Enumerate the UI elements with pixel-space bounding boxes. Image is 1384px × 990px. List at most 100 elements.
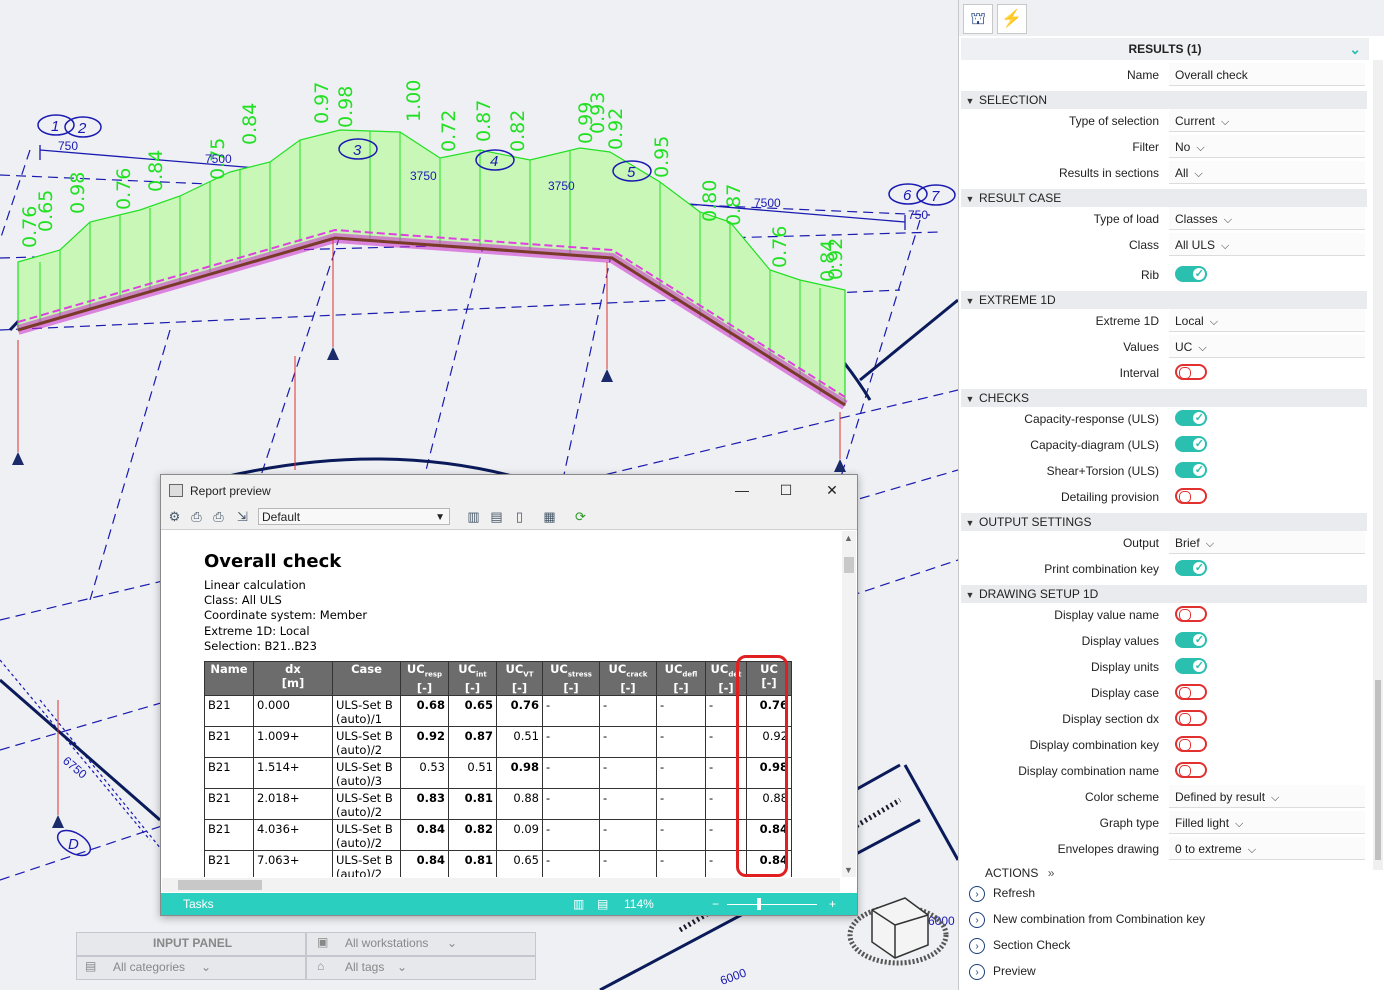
values-select[interactable]: UC ⌵ bbox=[1169, 335, 1365, 358]
fit-height-icon[interactable]: ▤ bbox=[489, 509, 504, 524]
section-drawing-setup[interactable]: ▼ DRAWING SETUP 1D bbox=[961, 585, 1367, 603]
panel-scrollbar[interactable] bbox=[1373, 60, 1383, 870]
table-cell: ULS-Set B (auto)/1 bbox=[332, 695, 401, 728]
type-of-load-select[interactable]: Classes ⌵ bbox=[1169, 207, 1365, 230]
tags-value: All tags bbox=[345, 960, 385, 974]
close-icon[interactable]: ✕ bbox=[821, 479, 843, 501]
maximize-icon[interactable]: ☐ bbox=[775, 479, 797, 501]
chevron-down-icon: ⌵ bbox=[1271, 792, 1280, 804]
action-refresh[interactable]: › Refresh bbox=[969, 881, 1035, 905]
loads-tab-icon[interactable]: ⚡ bbox=[997, 4, 1027, 34]
envelopes-drawing-select[interactable]: 0 to extreme ⌵ bbox=[1169, 837, 1365, 860]
filter-select[interactable]: No ⌵ bbox=[1169, 135, 1365, 158]
results-tab-icon[interactable]: ⛫ bbox=[963, 4, 993, 34]
table-cell: 0.81 bbox=[448, 850, 497, 877]
workstations-select[interactable]: ▣ All workstations ⌄ bbox=[306, 932, 536, 956]
capacity-diagram-toggle[interactable]: ✓ bbox=[1175, 436, 1207, 452]
table-cell: B21 bbox=[204, 850, 254, 877]
section-output-settings[interactable]: ▼ OUTPUT SETTINGS bbox=[961, 513, 1367, 531]
table-cell: - bbox=[542, 757, 600, 790]
action-section-check[interactable]: › Section Check bbox=[969, 933, 1070, 957]
uc-label: 0.84 bbox=[145, 150, 167, 192]
table-cell: 0.88 bbox=[496, 788, 543, 821]
table-cell: 0.65 bbox=[448, 695, 497, 728]
display-combination-name-toggle[interactable] bbox=[1175, 762, 1207, 778]
field-label: Capacity-diagram (ULS) bbox=[1030, 438, 1159, 452]
vertical-scrollbar[interactable]: ▲ ▼ bbox=[842, 531, 856, 877]
field-label: Shear+Torsion (ULS) bbox=[1046, 464, 1159, 478]
display-section-dx-toggle[interactable] bbox=[1175, 710, 1207, 726]
template-select[interactable]: Default ▼ bbox=[258, 508, 450, 525]
print-combination-key-toggle[interactable]: ✓ bbox=[1175, 560, 1207, 576]
graph-type-select[interactable]: Filled light ⌵ bbox=[1169, 811, 1365, 834]
table-cell: B21 bbox=[204, 757, 254, 790]
zoom-level: 114% bbox=[624, 897, 654, 911]
display-value-name-toggle[interactable] bbox=[1175, 606, 1207, 622]
color-scheme-select[interactable]: Defined by result ⌵ bbox=[1169, 785, 1365, 808]
minimize-icon[interactable]: — bbox=[731, 479, 753, 501]
field-label: Display units bbox=[1090, 660, 1159, 674]
display-combination-key-toggle[interactable] bbox=[1175, 736, 1207, 752]
field-label: Display combination name bbox=[1018, 764, 1159, 778]
display-units-toggle[interactable]: ✓ bbox=[1175, 658, 1207, 674]
section-checks[interactable]: ▼ CHECKS bbox=[961, 389, 1367, 407]
print-setup-icon[interactable]: ⎙ bbox=[189, 509, 204, 524]
export-icon[interactable]: ⇲ bbox=[235, 509, 250, 524]
tags-select[interactable]: ⌂ All tags ⌄ bbox=[306, 956, 536, 980]
actions-header[interactable]: ACTIONS » bbox=[985, 866, 1054, 880]
name-field[interactable]: Overall check bbox=[1169, 63, 1365, 86]
table-cell: 0.84 bbox=[400, 850, 449, 877]
page-icon[interactable]: ▯ bbox=[512, 509, 527, 524]
panel-header: RESULTS (1) ⌄ bbox=[961, 38, 1369, 60]
report-preview-window[interactable]: Report preview — ☐ ✕ ⚙ ⎙ ⎙ ⇲ Default ▼ ▥… bbox=[160, 474, 858, 916]
category-icon: ▤ bbox=[85, 959, 97, 973]
scroll-thumb[interactable] bbox=[844, 557, 854, 573]
table-cell: B21 bbox=[204, 726, 254, 759]
type-of-selection-select[interactable]: Current ⌵ bbox=[1169, 109, 1365, 132]
settings-icon[interactable]: ⚙ bbox=[167, 509, 182, 524]
chevron-down-icon: ⌵ bbox=[1223, 214, 1233, 226]
report-meta-line: Class: All ULS bbox=[204, 593, 282, 607]
view-cube[interactable] bbox=[847, 897, 949, 966]
fit-width-icon[interactable]: ▥ bbox=[466, 509, 481, 524]
interval-toggle[interactable] bbox=[1175, 364, 1207, 380]
scroll-thumb[interactable] bbox=[178, 880, 262, 890]
zoom-in-icon[interactable]: + bbox=[829, 897, 836, 911]
rib-toggle[interactable]: ✓ bbox=[1175, 266, 1207, 282]
zoom-out-icon[interactable]: − bbox=[712, 897, 719, 911]
section-extreme-1d[interactable]: ▼ EXTREME 1D bbox=[961, 291, 1367, 309]
table-row: B21 0.000 ULS-Set B (auto)/1 0.68 0.65 0.76- - -… bbox=[204, 695, 792, 728]
arrow-right-icon: › bbox=[969, 963, 985, 980]
horizontal-scrollbar[interactable] bbox=[162, 878, 840, 892]
shear-torsion-toggle[interactable]: ✓ bbox=[1175, 462, 1207, 478]
page-view2-icon[interactable]: ▤ bbox=[597, 897, 608, 911]
results-table: Name dx [m] Case UCresp [-] UCint [-] UCVT[… bbox=[204, 660, 792, 877]
refresh-icon[interactable]: ⟳ bbox=[573, 509, 588, 524]
results-in-sections-select[interactable]: All ⌵ bbox=[1169, 161, 1365, 184]
tasks-label[interactable]: Tasks bbox=[183, 897, 214, 911]
axis-label: 5 bbox=[627, 164, 636, 181]
capacity-response-toggle[interactable]: ✓ bbox=[1175, 410, 1207, 426]
categories-select[interactable]: ▤ All categories ⌄ bbox=[76, 956, 306, 980]
section-result-case[interactable]: ▼ RESULT CASE bbox=[961, 189, 1367, 207]
detailing-toggle[interactable] bbox=[1175, 488, 1207, 504]
page-view-icon[interactable]: ▥ bbox=[573, 897, 584, 911]
collapse-icon[interactable]: ⌄ bbox=[1349, 38, 1361, 60]
section-selection[interactable]: ▼ SELECTION bbox=[961, 91, 1367, 109]
action-preview[interactable]: › Preview bbox=[969, 959, 1036, 983]
report-toolbar: ⚙ ⎙ ⎙ ⇲ Default ▼ ▥ ▤ ▯ ▦ ⟳ bbox=[161, 505, 857, 530]
display-values-toggle[interactable]: ✓ bbox=[1175, 632, 1207, 648]
window-titlebar[interactable]: Report preview — ☐ ✕ bbox=[161, 475, 857, 505]
uc-label: 0.87 bbox=[723, 184, 745, 226]
zoom-slider-thumb[interactable] bbox=[757, 898, 761, 910]
input-panel-header[interactable]: INPUT PANEL bbox=[76, 932, 306, 956]
action-new-combination[interactable]: › New combination from Combination key bbox=[969, 907, 1205, 931]
print-icon[interactable]: ⎙ bbox=[211, 509, 226, 524]
table-icon[interactable]: ▦ bbox=[542, 509, 557, 524]
scroll-thumb[interactable] bbox=[1375, 680, 1381, 860]
display-case-toggle[interactable] bbox=[1175, 684, 1207, 700]
zoom-slider[interactable] bbox=[727, 904, 817, 905]
output-select[interactable]: Brief ⌵ bbox=[1169, 531, 1365, 554]
extreme-1d-select[interactable]: Local ⌵ bbox=[1169, 309, 1365, 332]
class-select[interactable]: All ULS ⌵ bbox=[1169, 233, 1365, 256]
